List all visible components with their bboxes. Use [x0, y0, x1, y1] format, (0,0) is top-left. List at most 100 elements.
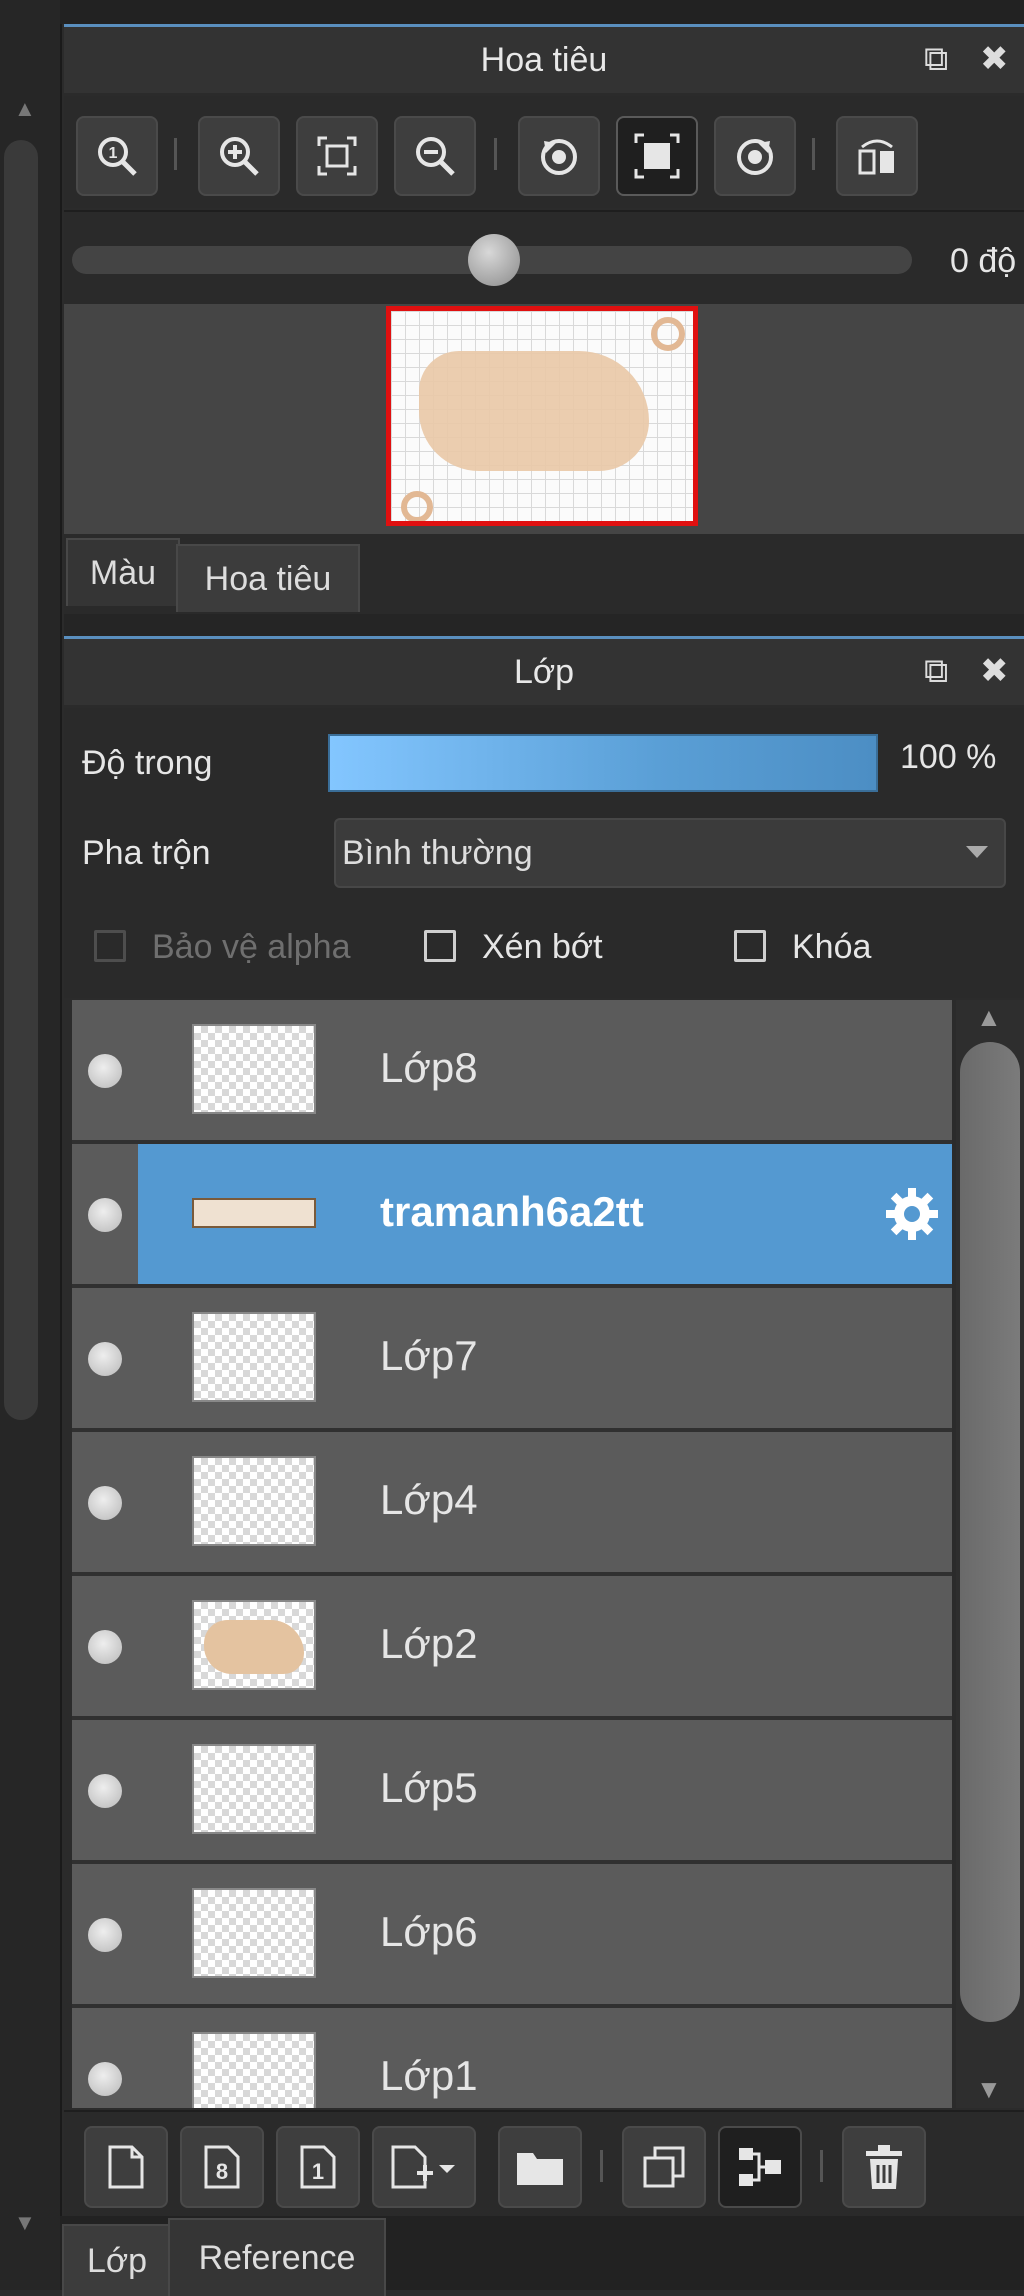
duplicate-layer-button[interactable]: [622, 2126, 706, 2208]
flip-horizontal-button[interactable]: [836, 116, 918, 196]
layer-row[interactable]: Lớp1: [72, 2008, 952, 2108]
panel-divider: [64, 614, 1024, 636]
layer-properties: Độ trong 100 % Pha trộn Bình thường Bảo …: [64, 708, 1024, 998]
clipping-label: Xén bớt: [482, 928, 603, 966]
layer-name: Lớp2: [380, 1620, 478, 1667]
navigator-preview[interactable]: [386, 306, 698, 526]
visibility-icon[interactable]: [88, 1774, 122, 1808]
lock-checkbox[interactable]: [734, 930, 766, 962]
protect-alpha-label: Bảo vệ alpha: [152, 928, 351, 966]
opacity-slider[interactable]: [328, 734, 878, 792]
protect-alpha-checkbox[interactable]: [94, 930, 126, 962]
visibility-icon[interactable]: [88, 1342, 122, 1376]
svg-text:8: 8: [216, 2159, 228, 2184]
layer-thumbnail: [192, 2032, 316, 2108]
scrollbar-thumb[interactable]: [960, 1042, 1020, 2022]
reset-view-icon: [634, 133, 680, 179]
layer-row[interactable]: Lớp2: [72, 1576, 952, 1720]
merge-layer-button[interactable]: [718, 2126, 802, 2208]
tab-color[interactable]: Màu: [66, 538, 180, 606]
top-band: [60, 0, 1024, 24]
close-icon[interactable]: ✖: [980, 41, 1009, 77]
reset-rotation-button[interactable]: [616, 116, 698, 196]
visibility-icon[interactable]: [88, 1486, 122, 1520]
delete-layer-button[interactable]: [842, 2126, 926, 2208]
layer-thumbnail: [192, 1198, 316, 1228]
layer-name: Lớp8: [380, 1044, 478, 1091]
rotation-value: 0 độ: [950, 242, 1017, 280]
rotate-right-button[interactable]: [714, 116, 796, 196]
rotation-slider-knob[interactable]: [468, 234, 520, 286]
zoom-1x-icon: 1: [98, 137, 137, 176]
navigator-toolbar: 1: [64, 96, 1024, 208]
rotate-left-button[interactable]: [518, 116, 600, 196]
fit-screen-button[interactable]: [296, 116, 378, 196]
visibility-icon[interactable]: [88, 1918, 122, 1952]
rotate-left-icon: [541, 139, 577, 175]
toolbar-separator: [494, 138, 497, 170]
new-8bit-layer-button[interactable]: 8: [180, 2126, 264, 2208]
toolbar-separator: [174, 138, 177, 170]
zoom-actual-button[interactable]: 1: [76, 116, 158, 196]
layer-name: tramanh6a2tt: [380, 1188, 644, 1235]
layer-row[interactable]: Lớp8: [72, 1000, 952, 1144]
visibility-icon[interactable]: [88, 2062, 122, 2096]
rotation-row: 0 độ: [64, 210, 1024, 304]
zoom-in-icon: [220, 137, 259, 176]
scroll-down-icon[interactable]: ▼: [976, 2074, 1002, 2105]
new-page-icon: [108, 2145, 144, 2189]
clipping-checkbox[interactable]: [424, 930, 456, 962]
tab-reference[interactable]: Reference: [168, 2218, 386, 2296]
blend-mode-select[interactable]: Bình thường: [334, 818, 1006, 888]
layer-list-scrollbar[interactable]: ▲ ▼: [956, 1000, 1024, 2108]
new-1bit-layer-button[interactable]: 1: [276, 2126, 360, 2208]
layer-row-selected[interactable]: tramanh6a2tt: [72, 1144, 952, 1288]
layer-name: Lớp6: [380, 1908, 478, 1955]
visibility-icon[interactable]: [88, 1054, 122, 1088]
navigator-title: Hoa tiêu: [480, 40, 608, 79]
scroll-up-icon[interactable]: ▲: [14, 96, 36, 122]
zoom-out-button[interactable]: [394, 116, 476, 196]
layer-thumbnail: [192, 1312, 316, 1402]
zoom-out-icon: [416, 137, 455, 176]
visibility-icon[interactable]: [88, 1630, 122, 1664]
left-scrollbar[interactable]: ▲ ▼: [0, 0, 62, 2290]
blend-mode-value: Bình thường: [342, 833, 533, 872]
preview-ring: [651, 317, 685, 351]
fit-screen-icon: [317, 136, 357, 176]
layer-thumbnail: [192, 1024, 316, 1114]
visibility-icon[interactable]: [88, 1198, 122, 1232]
layer-toolbar: 8 1: [64, 2110, 1024, 2216]
layer-row[interactable]: Lớp6: [72, 1864, 952, 2008]
merge-layer-icon: [739, 2148, 781, 2186]
undock-icon[interactable]: ⧉: [924, 653, 948, 689]
scroll-down-icon[interactable]: ▼: [14, 2210, 36, 2236]
thumbnail-artwork: [204, 1620, 304, 1674]
bottom-tabs: Lớp Reference: [60, 2216, 1024, 2296]
opacity-label: Độ trong: [82, 744, 213, 782]
gear-icon[interactable]: [882, 1184, 942, 1244]
navigator-panel-title: Hoa tiêu ⧉ ✖: [64, 24, 1024, 93]
navigator-preview-area[interactable]: [64, 304, 1024, 534]
1bit-layer-icon: 1: [300, 2145, 336, 2189]
tab-navigator[interactable]: Hoa tiêu: [176, 544, 360, 612]
svg-text:1: 1: [312, 2159, 324, 2184]
zoom-in-button[interactable]: [198, 116, 280, 196]
new-layer-button[interactable]: [84, 2126, 168, 2208]
layer-row[interactable]: Lớp5: [72, 1720, 952, 1864]
chevron-down-icon: [966, 846, 988, 858]
left-scrollbar-thumb[interactable]: [4, 140, 38, 1420]
layer-row[interactable]: Lớp7: [72, 1288, 952, 1432]
toolbar-separator: [820, 2150, 823, 2182]
layer-list[interactable]: Lớp8 tramanh6a2tt Lớp7 Lớp4 Lớp2 Lớp5 Lớ…: [72, 1000, 952, 2108]
scroll-up-icon[interactable]: ▲: [976, 1002, 1002, 1033]
preview-artwork: [419, 351, 649, 471]
rotate-right-icon: [737, 139, 773, 175]
undock-icon[interactable]: ⧉: [924, 41, 948, 77]
add-layer-dropdown-button[interactable]: [372, 2126, 476, 2208]
new-folder-button[interactable]: [498, 2126, 582, 2208]
tab-layers[interactable]: Lớp: [62, 2224, 172, 2296]
close-icon[interactable]: ✖: [980, 653, 1009, 689]
lock-label: Khóa: [792, 928, 872, 966]
layer-row[interactable]: Lớp4: [72, 1432, 952, 1576]
